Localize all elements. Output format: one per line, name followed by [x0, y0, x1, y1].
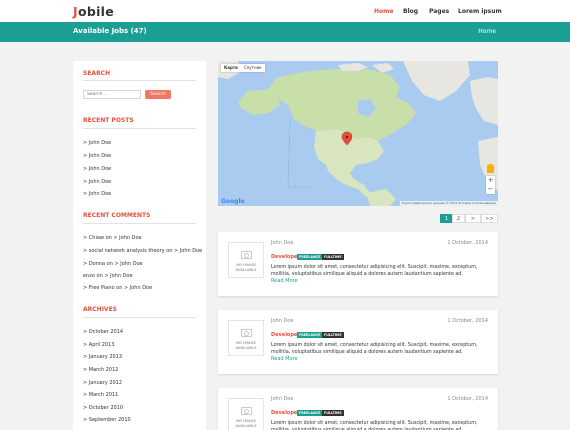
street-view-pegman-icon[interactable] — [487, 164, 494, 173]
archive-link[interactable]: > January 2013 — [83, 354, 122, 360]
archive-link[interactable]: > October 2014 — [83, 329, 123, 335]
job-title[interactable]: Developer — [271, 254, 300, 260]
job-card: NO IMAGE AVAILABLE John Doe 1 October, 20… — [218, 310, 498, 374]
job-date: 1 October, 2014 — [447, 240, 488, 246]
sidebar: SEARCH Search RECENT POSTS > John Doe > … — [73, 61, 206, 430]
breadcrumb-home[interactable]: Home — [478, 28, 496, 35]
fulltime-badge: FULLTIME — [322, 254, 344, 260]
job-author: John Doe — [271, 240, 294, 246]
read-more-link[interactable]: Read More — [271, 356, 298, 362]
map-type-tabs: Карта Спутник — [221, 64, 265, 72]
nav-home[interactable]: Home — [374, 8, 393, 15]
page-title-bar: Available Jobs (47) Home — [0, 22, 570, 42]
divider — [83, 128, 196, 129]
search-input[interactable] — [83, 90, 141, 99]
read-more-link[interactable]: Read More — [271, 278, 298, 284]
jobs-map[interactable]: Карта Спутник + − Google Картографически… — [218, 61, 498, 206]
no-image-placeholder: NO IMAGE AVAILABLE — [228, 320, 264, 356]
europe-landmass — [470, 77, 498, 125]
recent-posts-heading: RECENT POSTS — [83, 117, 134, 124]
job-title[interactable]: Developer — [271, 332, 300, 338]
job-author: John Doe — [271, 396, 294, 402]
page-2-button[interactable]: 2 — [452, 214, 465, 223]
recent-post-link[interactable]: > John Doe — [83, 140, 111, 146]
last-page-button[interactable]: >> — [481, 214, 498, 223]
canada-landmass — [266, 69, 416, 141]
job-title[interactable]: Developer — [271, 410, 300, 416]
camera-icon — [241, 407, 252, 415]
recent-comment-link[interactable]: > Chiaw on > John Doe — [83, 235, 142, 241]
divider — [83, 223, 196, 224]
tab-map[interactable]: Карта — [221, 64, 241, 72]
recent-post-link[interactable]: > John Doe — [83, 166, 111, 172]
job-date: 1 October, 2014 — [447, 396, 488, 402]
no-image-placeholder: NO IMAGE AVAILABLE — [228, 242, 264, 278]
nav-blog[interactable]: Blog — [403, 8, 418, 15]
job-card: NO IMAGE AVAILABLE John Doe 1 October, 20… — [218, 388, 498, 430]
recent-comment-link[interactable]: > Free Piano on > John Doe — [83, 285, 152, 291]
archives-heading: ARCHIVES — [83, 306, 117, 313]
archive-link[interactable]: > September 2010 — [83, 417, 131, 423]
archive-link[interactable]: > March 2012 — [83, 367, 118, 373]
recent-comments-heading: RECENT COMMENTS — [83, 212, 151, 219]
fulltime-badge: FULLTIME — [322, 410, 344, 416]
greenland-landmass — [403, 61, 470, 101]
next-page-button[interactable]: > — [465, 214, 481, 223]
job-description: Lorem ipsum dolor sit amet, consectetur … — [271, 421, 478, 430]
fulltime-badge: FULLTIME — [322, 332, 344, 338]
map-attribution: Картографические данные © 2014 Условия и… — [399, 201, 498, 206]
job-description: Lorem ipsum dolor sit amet, consectetur … — [271, 343, 478, 355]
recent-post-link[interactable]: > John Doe — [83, 191, 111, 197]
map-canvas[interactable] — [218, 61, 498, 206]
freelance-badge: FREELANCE — [297, 254, 323, 260]
archive-link[interactable]: > October 2010 — [83, 405, 123, 411]
alaska-landmass — [238, 89, 280, 115]
nav-pages[interactable]: Pages — [429, 8, 449, 15]
recent-comment-link[interactable]: > social network analysis theory on > Jo… — [83, 248, 202, 254]
no-image-placeholder: NO IMAGE AVAILABLE — [228, 398, 264, 430]
south-america-landmass — [366, 189, 396, 206]
archive-link[interactable]: > April 2013 — [83, 342, 115, 348]
page-title: Available Jobs (47) — [73, 27, 147, 35]
freelance-badge: FREELANCE — [297, 332, 323, 338]
site-logo[interactable]: Jobile — [73, 4, 114, 19]
job-author: John Doe — [271, 318, 294, 324]
recent-post-link[interactable]: > John Doe — [83, 153, 111, 159]
search-button[interactable]: Search — [145, 90, 171, 99]
archive-link[interactable]: > March 2011 — [83, 392, 118, 398]
zoom-control: + − — [486, 176, 495, 194]
camera-icon — [241, 329, 252, 337]
zoom-in-button[interactable]: + — [486, 176, 495, 185]
zoom-out-button[interactable]: − — [486, 185, 495, 194]
divider — [83, 80, 196, 81]
logo-text: obile — [77, 4, 115, 19]
search-heading: SEARCH — [83, 70, 111, 77]
google-logo: Google — [221, 198, 245, 205]
recent-comment-link[interactable]: enzo on > John Doe — [83, 273, 133, 279]
job-card: NO IMAGE AVAILABLE John Doe 1 October, 20… — [218, 232, 498, 296]
nav-lorem-ipsum[interactable]: Lorem ipsum — [458, 8, 502, 15]
recent-post-link[interactable]: > John Doe — [83, 179, 111, 185]
recent-comment-link[interactable]: > Donna on > John Doe — [83, 261, 143, 267]
top-header: Jobile Home Blog Pages Lorem ipsum — [0, 0, 570, 22]
job-date: 1 October, 2014 — [447, 318, 488, 324]
job-description: Lorem ipsum dolor sit amet, consectetur … — [271, 265, 478, 277]
boundary-line — [287, 120, 291, 188]
divider — [83, 317, 196, 318]
camera-icon — [241, 251, 252, 259]
archive-link[interactable]: > January 2012 — [83, 380, 122, 386]
tab-satellite[interactable]: Спутник — [241, 64, 265, 72]
freelance-badge: FREELANCE — [297, 410, 323, 416]
